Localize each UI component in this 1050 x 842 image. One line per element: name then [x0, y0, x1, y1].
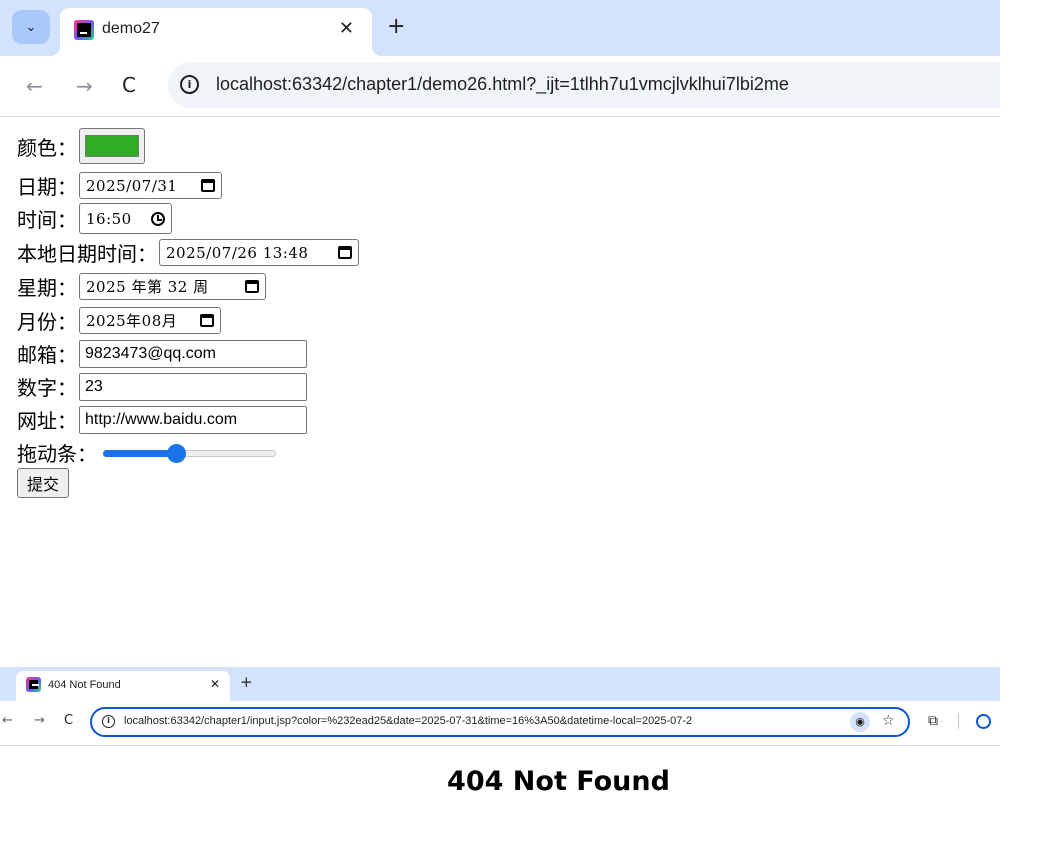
- tab-title: 404 Not Found: [48, 679, 121, 691]
- range-slider[interactable]: [103, 443, 276, 463]
- toolbar-separator: [958, 713, 959, 729]
- calendar-icon[interactable]: [201, 179, 215, 192]
- back-arrow-icon[interactable]: ←: [26, 74, 43, 98]
- url-text[interactable]: localhost:63342/chapter1/demo26.html?_ij…: [216, 74, 789, 95]
- date-row: 日期： 2025/07/31: [17, 171, 222, 200]
- reload-icon[interactable]: C: [122, 73, 136, 97]
- email-field[interactable]: [79, 339, 307, 368]
- datetime-local-input[interactable]: 2025/07/26 13:48: [159, 239, 359, 266]
- tab-title: demo27: [102, 20, 160, 37]
- month-input[interactable]: 2025年08月: [79, 307, 221, 334]
- month-row: 月份： 2025年08月: [17, 306, 221, 335]
- close-icon[interactable]: ✕: [210, 677, 220, 691]
- calendar-icon[interactable]: [200, 314, 214, 327]
- close-icon[interactable]: ✕: [339, 18, 354, 39]
- date-label: 日期：: [17, 175, 77, 199]
- toolbar-divider: [0, 116, 1000, 117]
- new-tab-button[interactable]: +: [240, 673, 253, 691]
- time-row: 时间： 16:50: [17, 203, 172, 234]
- site-info-icon[interactable]: i: [180, 75, 199, 94]
- site-info-icon[interactable]: i: [102, 715, 115, 728]
- bookmark-star-icon[interactable]: ☆: [882, 713, 895, 729]
- reload-icon[interactable]: C: [64, 713, 73, 728]
- datetime-local-row: 本地日期时间： 2025/07/26 13:48: [17, 238, 359, 267]
- calendar-icon[interactable]: [245, 280, 259, 293]
- email-label: 邮箱：: [17, 343, 77, 367]
- week-label: 星期：: [17, 276, 77, 300]
- month-label: 月份：: [17, 310, 77, 334]
- slider-thumb[interactable]: [167, 443, 186, 463]
- tab-demo27[interactable]: demo27 ✕: [50, 8, 382, 56]
- time-input[interactable]: 16:50: [79, 203, 172, 234]
- color-label: 颜色：: [17, 135, 77, 160]
- time-label: 时间：: [17, 208, 77, 232]
- new-tab-button[interactable]: +: [387, 14, 405, 39]
- extensions-icon[interactable]: ⧉: [928, 713, 938, 729]
- range-row: 拖动条：: [17, 438, 276, 467]
- top-toolbar: ← → C i localhost:63342/chapter1/demo26.…: [0, 56, 1000, 116]
- tab-404-not-found[interactable]: 404 Not Found ✕: [16, 671, 230, 701]
- address-bar[interactable]: i localhost:63342/chapter1/input.jsp?col…: [90, 707, 910, 737]
- datetime-local-label: 本地日期时间：: [17, 242, 157, 266]
- number-row: 数字：: [17, 372, 307, 401]
- clock-icon[interactable]: [151, 211, 165, 226]
- week-row: 星期： 2025 年第 32 周: [17, 272, 266, 301]
- tab-search-dropdown-button[interactable]: ⌄: [12, 10, 50, 44]
- lens-icon[interactable]: ◉: [850, 712, 870, 732]
- color-row: 颜色：: [17, 128, 145, 164]
- range-label: 拖动条：: [17, 442, 97, 466]
- email-row: 邮箱：: [17, 339, 307, 368]
- url-row: 网址：: [17, 405, 307, 434]
- bottom-toolbar: ← → C i localhost:63342/chapter1/input.j…: [0, 701, 1000, 745]
- forward-arrow-icon[interactable]: →: [76, 74, 93, 98]
- week-input[interactable]: 2025 年第 32 周: [79, 273, 266, 300]
- forward-arrow-icon[interactable]: →: [34, 713, 45, 728]
- url-label: 网址：: [17, 409, 77, 433]
- error-heading: 404 Not Found: [447, 766, 670, 797]
- url-text[interactable]: localhost:63342/chapter1/input.jsp?color…: [124, 715, 842, 727]
- time-value: 16:50: [86, 209, 132, 228]
- color-swatch: [85, 135, 139, 157]
- week-value: 2025 年第 32 周: [86, 278, 209, 296]
- number-field[interactable]: [79, 372, 307, 401]
- submit-row: 提交: [17, 468, 70, 498]
- color-picker[interactable]: [79, 128, 145, 164]
- date-value: 2025/07/31: [86, 176, 178, 195]
- bottom-tabstrip: 404 Not Found ✕ +: [0, 667, 1000, 701]
- slider-fill: [103, 449, 176, 457]
- chevron-down-icon: ⌄: [25, 19, 37, 35]
- datetime-local-value: 2025/07/26 13:48: [166, 243, 309, 262]
- submit-button[interactable]: 提交: [17, 468, 70, 498]
- toolbar-divider: [0, 745, 1000, 746]
- back-arrow-icon[interactable]: ←: [2, 713, 13, 728]
- address-bar[interactable]: i localhost:63342/chapter1/demo26.html?_…: [168, 62, 1000, 108]
- calendar-icon[interactable]: [338, 246, 352, 259]
- number-label: 数字：: [17, 376, 77, 400]
- date-input[interactable]: 2025/07/31: [79, 172, 222, 199]
- month-value: 2025年08月: [86, 312, 178, 330]
- url-field[interactable]: [79, 405, 307, 434]
- jetbrains-favicon-icon: [74, 20, 94, 40]
- jetbrains-favicon-icon: [26, 677, 41, 692]
- profile-icon[interactable]: [976, 714, 991, 729]
- top-tabstrip: ⌄ demo27 ✕ +: [0, 0, 1000, 56]
